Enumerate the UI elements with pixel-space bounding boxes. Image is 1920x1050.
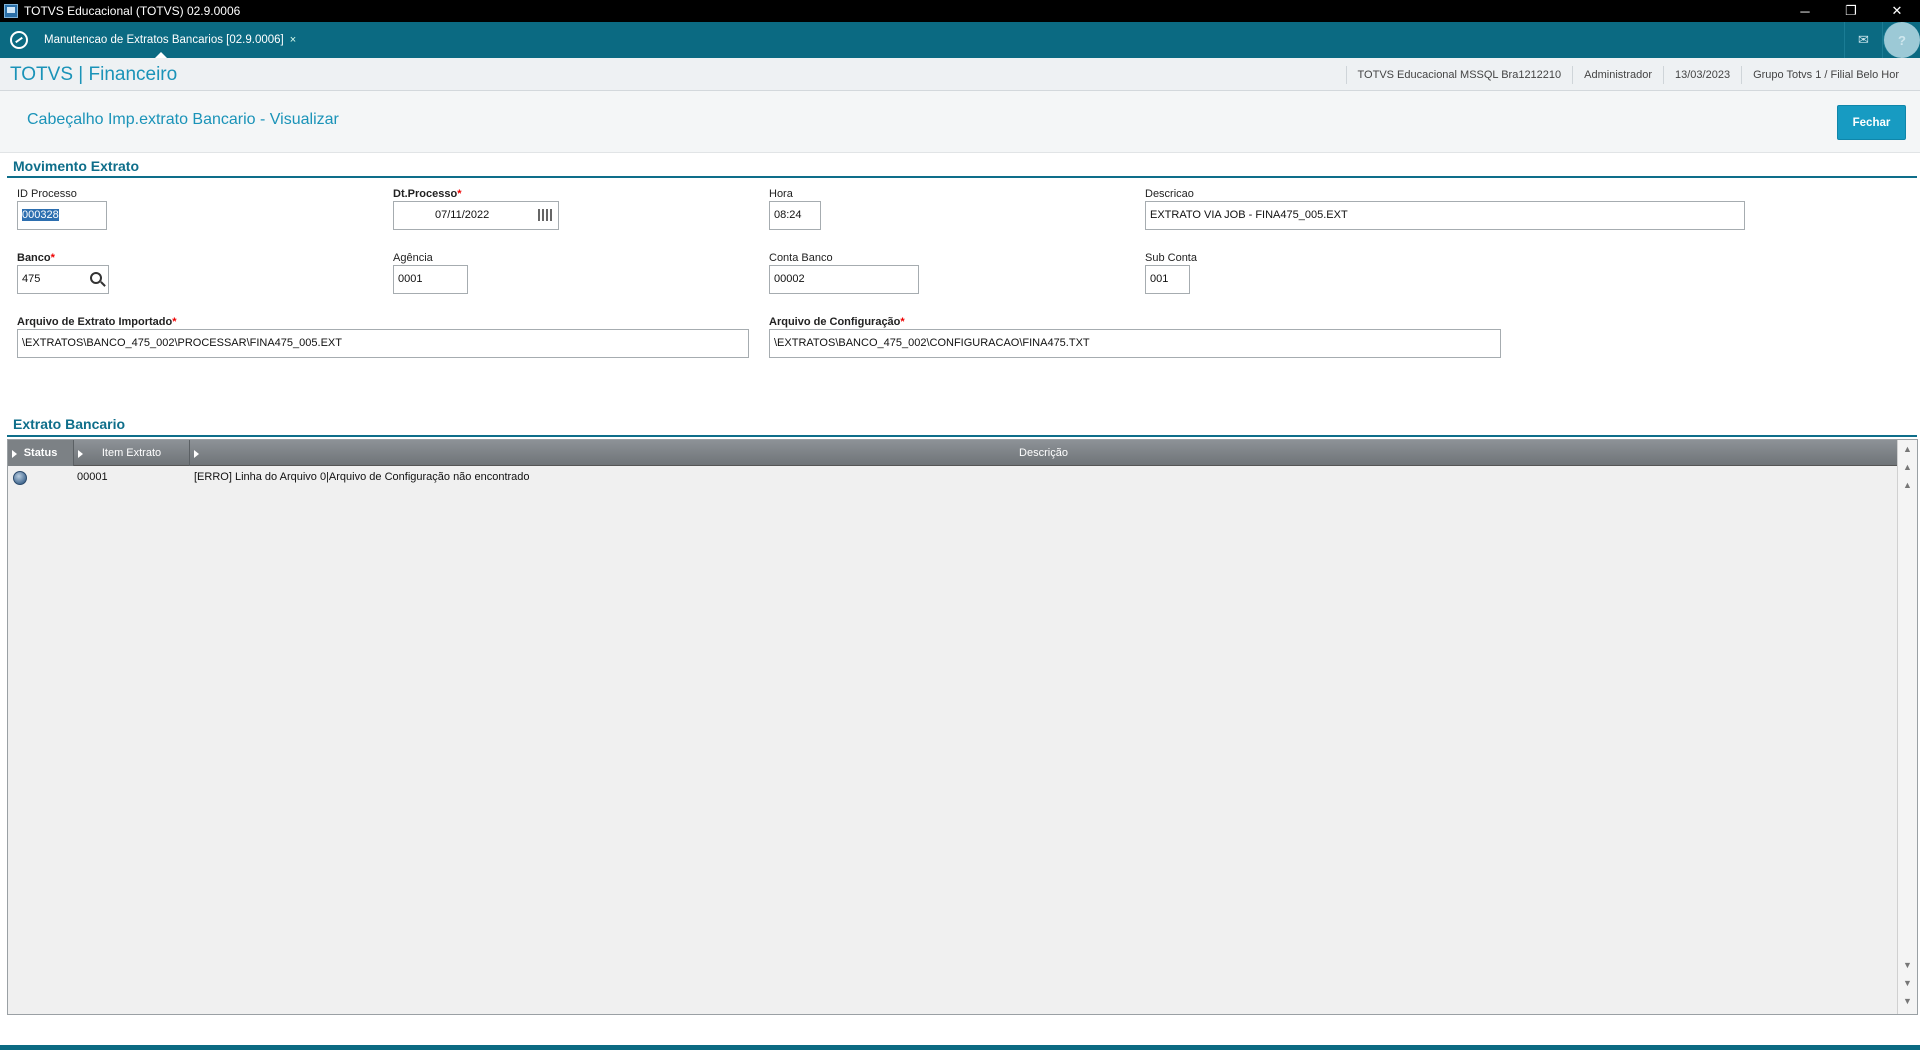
vertical-scrollbar[interactable]: ▲ ▲ ▲ ▼ ▼ ▼ [1897,440,1917,1014]
row-item: 00001 [77,471,108,483]
session-info: TOTVS Educacional MSSQL Bra1212210 Admin… [1345,58,1910,91]
help-button[interactable]: ? [1882,22,1920,58]
scroll-bottom-icon[interactable]: ▼ [1902,960,1913,971]
banco-value: 475 [22,273,41,285]
date-info: 13/03/2023 [1663,65,1741,84]
section-movimento-extrato: Movimento Extrato [13,158,140,174]
banco-label: Banco* [17,252,55,264]
id-processo-field[interactable]: 000328 [17,201,107,230]
required-mark: * [172,316,177,328]
section-extrato-bancario: Extrato Bancario [13,416,126,432]
search-icon[interactable] [90,272,102,284]
home-icon[interactable] [10,31,28,49]
agencia-label: Agência [393,252,433,264]
help-icon: ? [1883,22,1920,58]
dt-processo-value: 07/11/2022 [435,209,490,221]
agencia-field[interactable]: 0001 [393,265,468,294]
sub-conta-label: Sub Conta [1145,252,1197,264]
column-arrow-icon [78,450,83,458]
column-descricao[interactable]: Descrição [190,440,1897,466]
banco-field[interactable]: 475 [17,265,109,294]
table-row[interactable]: 00001 [ERRO] Linha do Arquivo 0|Arquivo … [8,467,1897,489]
id-processo-label: ID Processo [17,188,77,200]
column-arrow-icon [194,450,199,458]
window-title: TOTVS Educacional (TOTVS) 02.9.0006 [24,4,241,18]
tab-manutencao-extratos[interactable]: Manutencao de Extratos Bancarios [02.9.0… [36,22,304,58]
arquivo-config-label: Arquivo de Configuração* [769,316,905,328]
column-descricao-label: Descrição [1019,447,1068,459]
dt-processo-label-text: Dt.Processo [393,188,458,200]
window-controls: ─ ❐ ✕ [1782,0,1920,22]
page-title: Cabeçalho Imp.extrato Bancario - Visuali… [27,111,339,128]
grid-header: Status Item Extrato Descrição [8,440,1897,466]
page-down-icon[interactable]: ▼ [1902,978,1913,989]
calendar-icon[interactable] [538,209,553,221]
sub-conta-field[interactable]: 001 [1145,265,1190,294]
arquivo-config-label-text: Arquivo de Configuração [769,316,901,328]
conta-banco-label: Conta Banco [769,252,833,264]
row-descricao: [ERRO] Linha do Arquivo 0|Arquivo de Con… [194,471,530,483]
column-item-label: Item Extrato [101,447,162,459]
scroll-top-icon[interactable]: ▲ [1902,480,1913,491]
required-mark: * [50,252,55,264]
dt-processo-label: Dt.Processo* [393,188,461,200]
arquivo-extrato-label: Arquivo de Extrato Importado* [17,316,177,328]
close-window-button[interactable]: ✕ [1874,0,1920,22]
arquivo-extrato-label-text: Arquivo de Extrato Importado [17,316,173,328]
fechar-button[interactable]: Fechar [1837,105,1906,140]
tab-label: Manutencao de Extratos Bancarios [02.9.0… [44,34,284,46]
window-title-bar: TOTVS Educacional (TOTVS) 02.9.0006 ─ ❐ … [0,0,1920,22]
id-processo-value: 000328 [22,209,59,221]
hora-field[interactable]: 08:24 [769,201,821,230]
conta-banco-field[interactable]: 00002 [769,265,919,294]
required-mark: * [457,188,462,200]
section-divider [7,435,1917,437]
minimize-button[interactable]: ─ [1782,0,1828,22]
mail-icon[interactable]: ✉ [1844,22,1882,58]
banco-label-text: Banco [17,252,51,264]
page-title-bar: Cabeçalho Imp.extrato Bancario - Visuali… [0,91,1920,153]
column-status-label: Status [23,447,58,459]
app-header: TOTVS | Financeiro TOTVS Educacional MSS… [0,58,1920,91]
restore-button[interactable]: ❐ [1828,0,1874,22]
dt-processo-field[interactable]: 07/11/2022 [393,201,559,230]
user-info[interactable]: Administrador [1572,65,1663,84]
required-mark: * [900,316,905,328]
extrato-grid[interactable]: Status Item Extrato Descrição 00001 [ERR… [7,439,1918,1015]
top-right-icons: ✉ ? [1844,22,1920,58]
arquivo-extrato-field[interactable]: \EXTRATOS\BANCO_475_002\PROCESSAR\FINA47… [17,329,749,358]
status-indicator-icon [13,471,27,485]
bottom-border [0,1045,1920,1050]
scroll-down-icon[interactable]: ▼ [1902,996,1913,1007]
arquivo-config-field[interactable]: \EXTRATOS\BANCO_475_002\CONFIGURACAO\FIN… [769,329,1501,358]
environment-info: TOTVS Educacional MSSQL Bra1212210 [1345,65,1573,84]
tab-bar: Manutencao de Extratos Bancarios [02.9.0… [0,22,1920,58]
descricao-field[interactable]: EXTRATO VIA JOB - FINA475_005.EXT [1145,201,1745,230]
column-item-extrato[interactable]: Item Extrato [74,440,190,466]
descricao-label: Descricao [1145,188,1194,200]
branch-info[interactable]: Grupo Totvs 1 / Filial Belo Hor [1741,65,1910,84]
column-arrow-icon [12,450,17,458]
section-divider [7,176,1917,178]
tab-close-icon[interactable]: × [290,34,296,46]
column-status[interactable]: Status [8,440,74,466]
app-icon [4,4,18,18]
hora-label: Hora [769,188,793,200]
brand-title: TOTVS | Financeiro [10,64,178,85]
scroll-up-icon[interactable]: ▲ [1902,444,1913,455]
page-up-icon[interactable]: ▲ [1902,462,1913,473]
